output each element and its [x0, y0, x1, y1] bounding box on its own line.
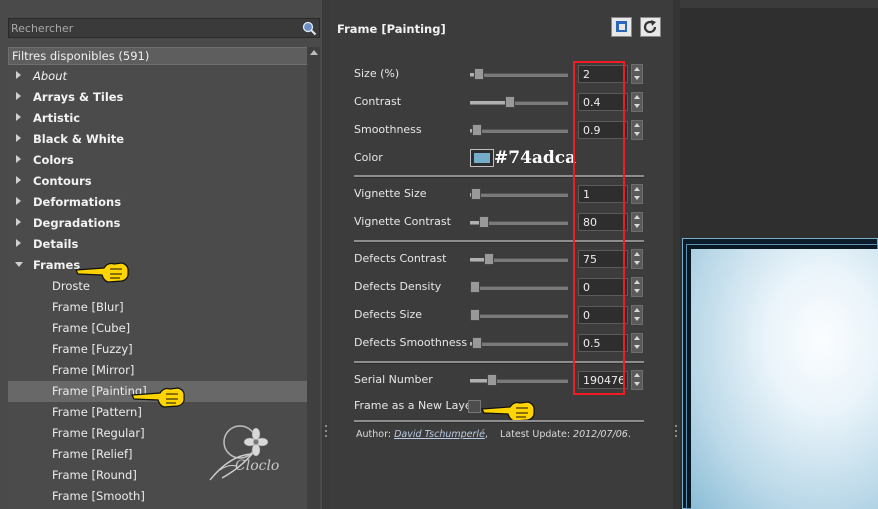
- defects-contrast-slider[interactable]: [470, 253, 568, 265]
- panel-splitter[interactable]: [673, 0, 680, 509]
- refresh-icon: [643, 20, 657, 34]
- color-swatch-button[interactable]: [470, 149, 494, 167]
- contrast-slider[interactable]: [470, 96, 568, 108]
- tree-item-frame-cube[interactable]: Frame [Cube]: [8, 318, 307, 339]
- values-highlight-box: [573, 61, 625, 395]
- tree-item-frame-fuzzy[interactable]: Frame [Fuzzy]: [8, 339, 307, 360]
- smoothness-spinner[interactable]: [631, 120, 643, 140]
- search-icon[interactable]: [301, 20, 317, 36]
- size-spinner[interactable]: [631, 64, 643, 84]
- author-link[interactable]: David Tschumperlé: [394, 429, 485, 440]
- refresh-button[interactable]: [640, 17, 661, 37]
- panel-title: Frame [Painting]: [337, 22, 446, 36]
- tree-item-frames[interactable]: Frames: [8, 255, 307, 276]
- chevron-down-icon[interactable]: [15, 262, 23, 267]
- defects-size-slider[interactable]: [470, 309, 568, 321]
- vignette-contrast-slider[interactable]: [470, 216, 568, 228]
- defects-contrast-spinner[interactable]: [631, 249, 643, 269]
- chevron-right-icon[interactable]: [16, 113, 21, 121]
- contrast-spinner[interactable]: [631, 92, 643, 112]
- defects-smoothness-slider[interactable]: [470, 337, 568, 349]
- tree-item-droste[interactable]: Droste: [8, 276, 307, 297]
- tree-item-black-white[interactable]: Black & White: [8, 129, 307, 150]
- tree-item-contours[interactable]: Contours: [8, 171, 307, 192]
- author-info: Author: David Tschumperlé, Latest Update…: [356, 429, 631, 440]
- slider-thumb[interactable]: [472, 337, 482, 349]
- chevron-right-icon[interactable]: [16, 92, 21, 100]
- scroll-up-arrow-icon[interactable]: [310, 50, 318, 55]
- copy-button[interactable]: [611, 17, 632, 37]
- slider-thumb[interactable]: [474, 68, 484, 80]
- chevron-right-icon[interactable]: [16, 155, 21, 163]
- tree-scrollbar[interactable]: [307, 47, 320, 509]
- filters-header: Filtres disponibles (591): [8, 47, 320, 65]
- serial-number-slider[interactable]: [470, 374, 568, 386]
- defects-smoothness-spinner[interactable]: [631, 333, 643, 353]
- chevron-right-icon[interactable]: [16, 197, 21, 205]
- tree-item-deformations[interactable]: Deformations: [8, 192, 307, 213]
- tree-item-frame-mirror[interactable]: Frame [Mirror]: [8, 360, 307, 381]
- defects-density-spinner[interactable]: [631, 277, 643, 297]
- tree-item-details[interactable]: Details: [8, 234, 307, 255]
- vignette-size-slider[interactable]: [470, 188, 568, 200]
- tree-item-arrays-tiles[interactable]: Arrays & Tiles: [8, 87, 307, 108]
- filter-parameters-panel: Frame [Painting] Size (%) 2 Contrast 0.4…: [330, 0, 673, 509]
- filters-count-label: Filtres disponibles (591): [12, 49, 150, 63]
- vignette-contrast-spinner[interactable]: [631, 212, 643, 232]
- tree-item-frame-blur[interactable]: Frame [Blur]: [8, 297, 307, 318]
- hand-pointer-icon: [131, 387, 185, 408]
- filter-browser-panel: Rechercher Filtres disponibles (591) Abo…: [0, 0, 322, 509]
- search-input[interactable]: Rechercher: [8, 18, 320, 38]
- slider-thumb[interactable]: [505, 96, 515, 108]
- slider-thumb[interactable]: [470, 309, 480, 321]
- vignette-size-spinner[interactable]: [631, 184, 643, 204]
- tree-item-artistic[interactable]: Artistic: [8, 108, 307, 129]
- defects-density-slider[interactable]: [470, 281, 568, 293]
- chevron-right-icon[interactable]: [16, 218, 21, 226]
- color-hex-annotation: #74adca: [494, 148, 577, 168]
- slider-thumb[interactable]: [471, 188, 481, 200]
- serial-number-spinner[interactable]: [631, 370, 643, 390]
- watermark-signature: Cloclo: [235, 458, 280, 474]
- slider-thumb[interactable]: [487, 374, 497, 386]
- tree-item-about[interactable]: About: [8, 66, 307, 87]
- chevron-right-icon[interactable]: [16, 176, 21, 184]
- chevron-right-icon[interactable]: [16, 134, 21, 142]
- smoothness-slider[interactable]: [470, 124, 568, 136]
- tree-item-degradations[interactable]: Degradations: [8, 213, 307, 234]
- slider-thumb[interactable]: [470, 281, 480, 293]
- separator: [354, 420, 644, 423]
- panel-splitter[interactable]: [322, 0, 330, 509]
- color-swatch-fill: [474, 153, 490, 163]
- chevron-right-icon[interactable]: [16, 239, 21, 247]
- tree-item-colors[interactable]: Colors: [8, 150, 307, 171]
- defects-size-spinner[interactable]: [631, 305, 643, 325]
- flower-watermark-logo: [209, 425, 269, 481]
- chevron-right-icon[interactable]: [16, 71, 21, 79]
- search-placeholder: Rechercher: [11, 22, 74, 35]
- slider-thumb[interactable]: [472, 124, 482, 136]
- slider-thumb[interactable]: [484, 253, 494, 265]
- hand-pointer-icon: [75, 262, 129, 283]
- preview-image[interactable]: [691, 249, 878, 509]
- size-slider[interactable]: [470, 68, 568, 80]
- copy-icon: [616, 21, 627, 32]
- slider-thumb[interactable]: [479, 216, 489, 228]
